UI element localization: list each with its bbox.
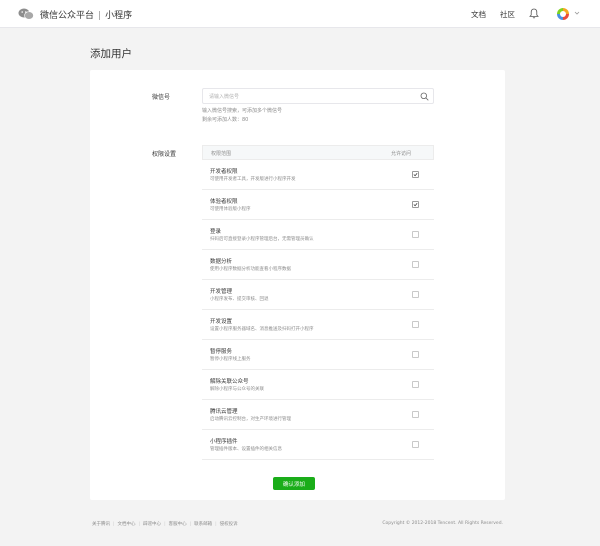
footer-divider: | bbox=[113, 522, 115, 527]
permission-name: 登录 bbox=[210, 229, 222, 235]
permission-name: 小程序插件 bbox=[210, 439, 238, 445]
footer-link[interactable]: 侵权投诉 bbox=[220, 522, 238, 527]
permission-row: 暂停服务暂停小程序线上服务 bbox=[202, 340, 434, 370]
permission-checkbox[interactable] bbox=[412, 411, 419, 418]
product-name: 小程序 bbox=[105, 11, 133, 21]
check-icon bbox=[413, 203, 418, 207]
wechat-search-input[interactable] bbox=[209, 92, 409, 101]
column-scope: 权限范围 bbox=[211, 151, 232, 157]
bell-icon[interactable] bbox=[529, 8, 539, 19]
permission-checkbox[interactable] bbox=[412, 321, 419, 328]
permission-name: 腾讯云管理 bbox=[210, 409, 238, 415]
permission-checkbox[interactable] bbox=[412, 351, 419, 358]
wechat-search-box bbox=[202, 88, 434, 104]
avatar-icon[interactable] bbox=[557, 8, 569, 20]
top-bar: 微信公众平台 | 小程序 文档 社区 bbox=[0, 0, 600, 28]
permission-name: 解除关联公众号 bbox=[210, 379, 249, 385]
permission-name: 暂停服务 bbox=[210, 349, 233, 355]
permission-name: 数据分析 bbox=[210, 259, 233, 265]
permission-desc: 管理插件版本、设置插件的相关信息 bbox=[210, 447, 282, 452]
remaining-count: 剩余可添加人数：80 bbox=[202, 117, 249, 123]
brand-title[interactable]: 微信公众平台 | 小程序 bbox=[40, 8, 132, 21]
footer-link[interactable]: 文档中心 bbox=[118, 522, 136, 527]
permission-desc: 扫码后可直接登录小程序管理后台，无需管理员确认 bbox=[210, 237, 314, 242]
column-allow: 允许访问 bbox=[390, 151, 411, 157]
search-icon[interactable] bbox=[420, 92, 429, 101]
permission-table: 权限范围 允许访问 开发者权限 可使用开发者工具，开发版进行小程序开发 体验者权限可… bbox=[202, 145, 434, 460]
wechat-id-label: 微信号 bbox=[152, 94, 171, 101]
permission-name: 开发设置 bbox=[210, 319, 233, 325]
permission-checkbox[interactable] bbox=[412, 171, 419, 178]
check-icon bbox=[413, 173, 418, 177]
permission-name: 开发管理 bbox=[210, 289, 233, 295]
permission-row: 解除关联公众号解除小程序与公众号的关联 bbox=[202, 370, 434, 400]
permission-row: 腾讯云管理启动腾讯云控制台，对生产环境进行管理 bbox=[202, 400, 434, 430]
permission-desc: 使用小程序数据分析功能查看小程序数据 bbox=[210, 267, 291, 272]
brand-separator: | bbox=[98, 11, 102, 21]
footer-divider: | bbox=[138, 522, 141, 527]
permission-desc: 解除小程序与公众号的关联 bbox=[210, 387, 264, 392]
permission-row: 开发管理小程序发布、提交审核、回退 bbox=[202, 280, 434, 310]
footer-link[interactable]: 辟谣中心 bbox=[143, 522, 161, 527]
confirm-add-button[interactable]: 确认添加 bbox=[273, 477, 315, 490]
permission-desc: 暂停小程序线上服务 bbox=[210, 357, 251, 362]
footer: 关于腾讯 | 文档中心 | 辟谣中心 | 客服中心 | 联系邮箱 | 侵权投诉 Copyright … bbox=[90, 521, 505, 531]
brand-name: 微信公众平台 bbox=[40, 11, 95, 21]
permission-checkbox[interactable] bbox=[412, 291, 419, 298]
permission-table-header: 权限范围 允许访问 bbox=[202, 145, 434, 160]
chevron-down-icon[interactable] bbox=[574, 10, 580, 16]
footer-links: 关于腾讯 | 文档中心 | 辟谣中心 | 客服中心 | 联系邮箱 | 侵权投诉 bbox=[92, 521, 241, 527]
permission-checkbox[interactable] bbox=[412, 231, 419, 238]
permission-desc: 设置小程序服务器域名、消息推送及扫码打开小程序 bbox=[210, 327, 314, 332]
permission-checkbox[interactable] bbox=[412, 261, 419, 268]
permission-rows: 开发者权限 可使用开发者工具，开发版进行小程序开发 体验者权限 可使用体验版小程序 登录… bbox=[202, 160, 434, 460]
wechat-logo-icon[interactable] bbox=[18, 8, 34, 20]
footer-divider: | bbox=[215, 522, 217, 527]
permission-row: 数据分析使用小程序数据分析功能查看小程序数据 bbox=[202, 250, 434, 280]
permission-desc: 小程序发布、提交审核、回退 bbox=[210, 297, 269, 302]
nav-docs-link[interactable]: 文档 bbox=[471, 9, 486, 20]
footer-divider: | bbox=[164, 522, 166, 527]
nav-community-link[interactable]: 社区 bbox=[500, 9, 515, 20]
permission-row: 小程序插件管理插件版本、设置插件的相关信息 bbox=[202, 430, 434, 460]
permission-checkbox[interactable] bbox=[412, 441, 419, 448]
permission-row: 登录扫码后可直接登录小程序管理后台，无需管理员确认 bbox=[202, 220, 434, 250]
permission-checkbox[interactable] bbox=[412, 201, 419, 208]
footer-divider: | bbox=[189, 522, 192, 527]
copyright: Copyright © 2012-2018 Tencent. All Right… bbox=[382, 521, 503, 526]
search-hint: 输入微信号搜索，可添加多个微信号 bbox=[202, 108, 283, 114]
permission-row: 开发设置设置小程序服务器域名、消息推送及扫码打开小程序 bbox=[202, 310, 434, 340]
permission-label: 权限设置 bbox=[152, 151, 177, 158]
page-title: 添加用户 bbox=[90, 48, 132, 60]
footer-link[interactable]: 联系邮箱 bbox=[194, 522, 212, 527]
permission-desc: 启动腾讯云控制台，对生产环境进行管理 bbox=[210, 417, 291, 422]
permission-row: 体验者权限可使用体验版小程序 bbox=[202, 190, 434, 220]
permission-desc: 可使用体验版小程序 bbox=[210, 207, 251, 212]
footer-link[interactable]: 客服中心 bbox=[169, 522, 187, 527]
permission-checkbox[interactable] bbox=[412, 381, 419, 388]
permission-desc: 可使用开发者工具，开发版进行小程序开发 bbox=[210, 177, 296, 182]
permission-name: 体验者权限 bbox=[210, 199, 238, 205]
permission-name: 开发者权限 bbox=[210, 169, 238, 175]
permission-row: 开发者权限可使用开发者工具，开发版进行小程序开发 bbox=[202, 160, 434, 190]
footer-link[interactable]: 关于腾讯 bbox=[92, 522, 110, 527]
add-user-card: 微信号 输入微信号搜索，可添加多个微信号 剩余可添加人数：80 权限设置 权限范… bbox=[90, 70, 505, 500]
